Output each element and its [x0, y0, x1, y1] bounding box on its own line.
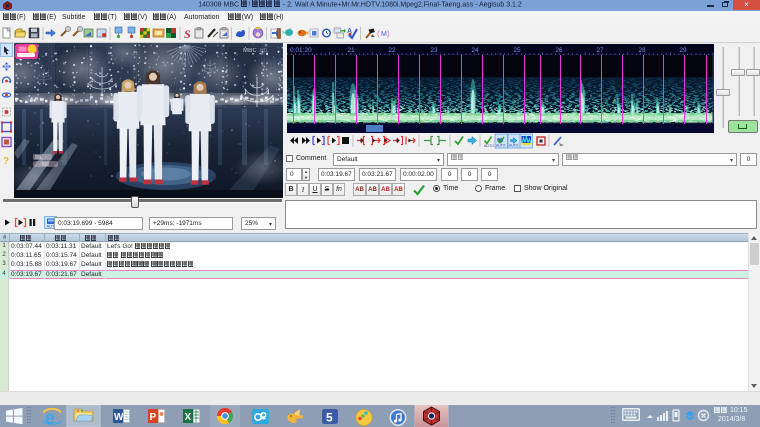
svg-text:AUTO: AUTO	[509, 144, 519, 148]
svg-text:): )	[387, 29, 390, 38]
svg-text:25: 25	[513, 47, 521, 54]
svg-text:23: 23	[430, 47, 438, 54]
svg-text:24: 24	[471, 47, 479, 54]
svg-text:29: 29	[679, 47, 687, 54]
svg-text:AUTO: AUTO	[484, 144, 494, 148]
svg-text:AUTO: AUTO	[496, 144, 506, 148]
svg-text:W: W	[114, 412, 124, 423]
svg-text:X: X	[185, 412, 192, 423]
svg-text:P: P	[150, 412, 157, 423]
svg-text:22: 22	[388, 47, 396, 54]
svg-text:27: 27	[596, 47, 604, 54]
svg-text:28: 28	[638, 47, 646, 54]
svg-text:S: S	[184, 27, 191, 41]
svg-text:0:01:20: 0:01:20	[290, 47, 312, 54]
svg-text:MBC: MBC	[243, 48, 257, 54]
svg-text:?: ?	[3, 156, 9, 167]
svg-text:HD: HD	[260, 48, 268, 54]
svg-text:21: 21	[347, 47, 355, 54]
svg-text:(: (	[377, 29, 380, 38]
svg-text:26: 26	[555, 47, 563, 54]
svg-text:5: 5	[326, 411, 333, 425]
